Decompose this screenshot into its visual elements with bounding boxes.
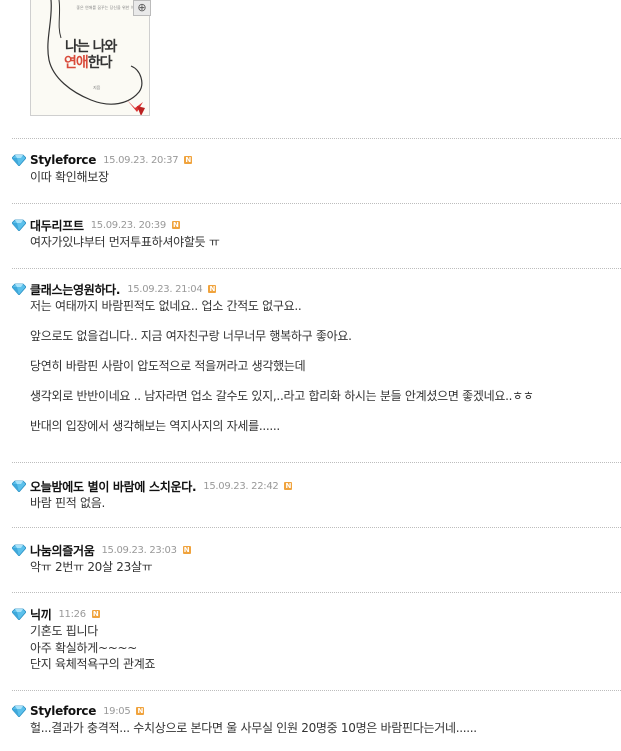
comment-author[interactable]: 클래스는영원하다. [30,281,120,298]
comment-text-line: 이따 확인해보장 [30,170,109,184]
comment-author[interactable]: 대두리프트 [30,217,84,234]
comment-text-line: 당연히 바람핀 사람이 압도적으로 적을꺼라고 생각했는데 [30,359,306,373]
comment-header: 오늘밤에도 별이 바람에 스치운다. 15.09.23. 22:42 N [12,477,612,495]
new-badge: N [284,482,293,490]
zoom-in-icon[interactable]: ⊕ [133,0,151,16]
comment-header: 클래스는영원하다. 15.09.23. 21:04 N [12,280,612,298]
new-badge: N [182,546,191,554]
comment-author[interactable]: 오늘밤에도 별이 바람에 스치운다. [30,478,197,495]
comment-body: 이따 확인해보장 [30,169,612,186]
comment-author[interactable]: Styleforce [30,153,96,167]
comment-text-line: 바람 핀적 없음. [30,496,105,510]
comment-header: 나눔의즐거움 15.09.23. 23:03 N [12,541,612,559]
comment-text-line: 악ㅠ 2번ㅠ 20살 23살ㅠ [30,560,153,574]
comment-text-line: 헐...결과가 충격적... 수치상으로 본다면 울 사무실 인원 20명중 1… [30,721,477,735]
diamond-rank-icon [12,544,26,556]
comment-item: 대두리프트 15.09.23. 20:39 N 여자가있냐부터 먼저투표하셔야할듯 ㅠ [12,216,612,251]
comment-body: 기혼도 핍니다아주 확실하게~~~~ 단지 육체적욕구의 관계죠 [30,623,612,673]
comment-body: 악ㅠ 2번ㅠ 20살 23살ㅠ [30,559,612,576]
comment-body: 헐...결과가 충격적... 수치상으로 본다면 울 사무실 인원 20명중 1… [30,720,612,737]
diamond-rank-icon [12,480,26,492]
book-cover-thumbnail[interactable]: 좋은 연애를 꿈꾸는 당신을 위한 이야기 나는 나와 연애한다 지음 [30,0,150,116]
comment-timestamp: 15.09.23. 22:42 [203,480,279,492]
comment-item: 오늘밤에도 별이 바람에 스치운다. 15.09.23. 22:42 N 바람 핀적 … [12,477,612,512]
comment-text-line: 단지 육체적욕구의 관계죠 [30,657,156,671]
comment-text-line: 앞으로도 없을겁니다.. 지금 여자친구랑 너무너무 행복하구 좋아요. [30,329,352,343]
comment-header: 닉끼 11:26 N [12,605,612,623]
comment-body: 저는 여태까지 바람핀적도 없네요.. 업소 간적도 없구요.. 앞으로도 없을겁… [30,298,612,435]
comment-separator [12,203,621,204]
comment-item: Styleforce 15.09.23. 20:37 N 이따 확인해보장 [12,151,612,186]
comment-separator [12,138,621,139]
diamond-rank-icon [12,283,26,295]
comment-timestamp: 15.09.23. 21:04 [127,283,203,295]
comment-separator [12,462,621,463]
comment-text-line: 저는 여태까지 바람핀적도 없네요.. 업소 간적도 없구요.. [30,299,302,313]
book-title-line2: 연애한다 [64,55,113,71]
comment-timestamp: 15.09.23. 20:37 [103,154,179,166]
comment-timestamp: 19:05 [103,705,131,717]
comment-text-line: 아주 확실하게~~~~ [30,640,137,655]
comment-header: Styleforce 15.09.23. 20:37 N [12,151,612,169]
diamond-rank-icon [12,154,26,166]
comment-text-line: 생각외로 반반이네요 .. 남자라면 업소 갈수도 있지,..라고 합리화 하시… [30,389,534,403]
comment-timestamp: 15.09.23. 20:39 [90,219,167,231]
comment-body: 여자가있냐부터 먼저투표하셔야할듯 ㅠ [30,234,612,251]
comment-item: 나눔의즐거움 15.09.23. 23:03 N 악ㅠ 2번ㅠ 20살 23살ㅠ [12,541,612,576]
comment-item: 클래스는영원하다. 15.09.23. 21:04 N 저는 여태까지 바람핀적도 없… [12,280,612,435]
comment-text-line: 반대의 입장에서 생각해보는 역지사지의 자세를...... [30,419,280,433]
comment-author[interactable]: 나눔의즐거움 [30,542,95,559]
diamond-rank-icon [12,219,26,231]
comment-text-line: 여자가있냐부터 먼저투표하셔야할듯 ㅠ [30,235,220,249]
comment-item: 닉끼 11:26 N 기혼도 핍니다아주 확실하게~~~~ 단지 육체적욕구의 관계죠 [12,605,612,673]
new-badge: N [136,707,145,715]
comment-author[interactable]: Styleforce [30,704,96,718]
comment-separator [12,268,621,269]
comment-author[interactable]: 닉끼 [30,606,52,623]
comment-separator [12,690,621,691]
comment-separator [12,592,621,593]
comment-item: Styleforce 19:05 N 헐...결과가 충격적... 수치상으로 본다면… [12,702,612,737]
book-author: 지음 [93,85,101,90]
comment-separator [12,527,621,528]
comment-header: Styleforce 19:05 N [12,702,612,720]
new-badge: N [91,610,100,618]
diamond-rank-icon [12,608,26,620]
comment-timestamp: 15.09.23. 23:03 [101,544,177,556]
diamond-rank-icon [12,705,26,717]
comment-text-line: 기혼도 핍니다 [30,624,98,638]
new-badge: N [171,221,180,229]
comment-timestamp: 11:26 [58,608,86,620]
new-badge: N [184,156,193,164]
comment-header: 대두리프트 15.09.23. 20:39 N [12,216,612,234]
new-badge: N [208,285,217,293]
comment-body: 바람 핀적 없음. [30,495,612,512]
